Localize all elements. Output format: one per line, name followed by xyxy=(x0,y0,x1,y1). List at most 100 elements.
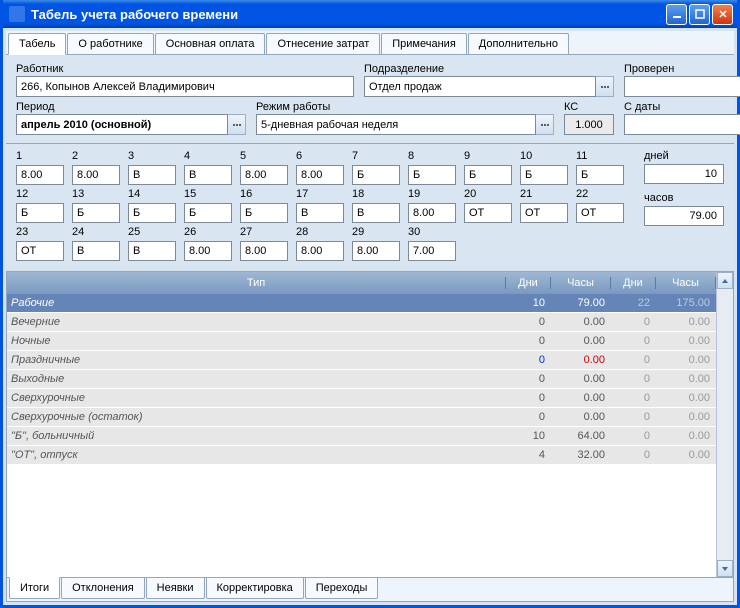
td-hours1: 0.00 xyxy=(551,392,611,404)
day-cell[interactable] xyxy=(296,241,344,261)
tab-top-3[interactable]: Отнесение затрат xyxy=(266,33,380,54)
day-cell[interactable] xyxy=(408,203,456,223)
tab-bottom-1[interactable]: Отклонения xyxy=(61,578,145,599)
sdate-input[interactable] xyxy=(624,114,740,135)
tab-top-2[interactable]: Основная оплата xyxy=(155,33,266,54)
td-type: Вечерние xyxy=(7,316,506,328)
day-number: 5 xyxy=(240,150,288,162)
sdate-label: С даты xyxy=(624,101,724,113)
td-hours2: 0.00 xyxy=(656,411,716,423)
checked-input[interactable] xyxy=(624,76,740,97)
checked-label: Проверен xyxy=(624,63,724,75)
table-row[interactable]: Ночные00.0000.00 xyxy=(7,332,716,351)
day-cell[interactable] xyxy=(520,165,568,185)
td-days2: 0 xyxy=(611,430,656,442)
day-cell[interactable] xyxy=(352,203,400,223)
minimize-button[interactable] xyxy=(666,4,687,25)
day-cell[interactable] xyxy=(128,241,176,261)
tab-bottom-3[interactable]: Корректировка xyxy=(206,578,304,599)
day-cell[interactable] xyxy=(408,165,456,185)
tab-top-1[interactable]: О работнике xyxy=(67,33,153,54)
day-number: 6 xyxy=(296,150,344,162)
day-number xyxy=(520,226,568,238)
day-cell[interactable] xyxy=(352,241,400,261)
day-cell[interactable] xyxy=(184,165,232,185)
table-row[interactable]: Сверхурочные00.0000.00 xyxy=(7,389,716,408)
department-picker-icon[interactable] xyxy=(596,76,614,97)
td-hours2: 175.00 xyxy=(656,297,716,309)
employee-input[interactable] xyxy=(16,76,354,97)
day-cell[interactable] xyxy=(128,203,176,223)
day-cell[interactable] xyxy=(576,203,624,223)
td-type: Выходные xyxy=(7,373,506,385)
tab-bottom-2[interactable]: Неявки xyxy=(146,578,205,599)
table-row[interactable]: "Б", больничный1064.0000.00 xyxy=(7,427,716,446)
td-type: "Б", больничный xyxy=(7,430,506,442)
tab-top-4[interactable]: Примечания xyxy=(381,33,467,54)
day-cell[interactable] xyxy=(352,165,400,185)
day-cell[interactable] xyxy=(16,203,64,223)
tab-top-5[interactable]: Дополнительно xyxy=(468,33,569,54)
day-cell[interactable] xyxy=(16,165,64,185)
table-row[interactable]: Выходные00.0000.00 xyxy=(7,370,716,389)
period-picker-icon[interactable] xyxy=(228,114,246,135)
day-cell[interactable] xyxy=(464,165,512,185)
calendar-grid: 1234567891011121314151617181920212223242… xyxy=(16,150,624,261)
day-cell[interactable] xyxy=(240,241,288,261)
day-number: 2 xyxy=(72,150,120,162)
tab-bottom-4[interactable]: Переходы xyxy=(305,578,379,599)
period-label: Период xyxy=(16,101,246,113)
td-hours2: 0.00 xyxy=(656,449,716,461)
day-number: 10 xyxy=(520,150,568,162)
td-hours1: 64.00 xyxy=(551,430,611,442)
regime-input[interactable] xyxy=(256,114,536,135)
th-hours2: Часы xyxy=(656,277,716,289)
td-days2: 22 xyxy=(611,297,656,309)
table-row[interactable]: Праздничные00.0000.00 xyxy=(7,351,716,370)
td-type: Рабочие xyxy=(7,297,506,309)
day-cell[interactable] xyxy=(576,165,624,185)
table-row[interactable]: "ОТ", отпуск432.0000.00 xyxy=(7,446,716,465)
close-button[interactable] xyxy=(712,4,733,25)
td-hours2: 0.00 xyxy=(656,373,716,385)
td-type: Праздничные xyxy=(7,354,506,366)
period-input[interactable] xyxy=(16,114,228,135)
td-hours1: 0.00 xyxy=(551,354,611,366)
day-cell[interactable] xyxy=(520,203,568,223)
td-days2: 0 xyxy=(611,373,656,385)
day-cell[interactable] xyxy=(72,203,120,223)
scroll-down-icon[interactable] xyxy=(717,560,733,577)
day-cell[interactable] xyxy=(16,241,64,261)
tab-top-0[interactable]: Табель xyxy=(8,33,66,55)
day-number: 27 xyxy=(240,226,288,238)
td-hours2: 0.00 xyxy=(656,430,716,442)
tab-bottom-0[interactable]: Итоги xyxy=(9,577,60,599)
maximize-button[interactable] xyxy=(689,4,710,25)
results-table: Тип Дни Часы Дни Часы Рабочие1079.002217… xyxy=(6,271,734,602)
day-number: 25 xyxy=(128,226,176,238)
day-cell[interactable] xyxy=(464,203,512,223)
th-days1: Дни xyxy=(506,277,551,289)
td-hours2: 0.00 xyxy=(656,335,716,347)
day-cell[interactable] xyxy=(72,165,120,185)
table-row[interactable]: Рабочие1079.0022175.00 xyxy=(7,294,716,313)
day-cell[interactable] xyxy=(72,241,120,261)
day-cell[interactable] xyxy=(296,165,344,185)
day-cell[interactable] xyxy=(128,165,176,185)
day-cell[interactable] xyxy=(240,203,288,223)
td-type: "ОТ", отпуск xyxy=(7,449,506,461)
day-cell[interactable] xyxy=(240,165,288,185)
day-cell[interactable] xyxy=(184,203,232,223)
regime-picker-icon[interactable] xyxy=(536,114,554,135)
department-input[interactable] xyxy=(364,76,596,97)
window-title: Табель учета рабочего времени xyxy=(31,7,664,22)
day-cell[interactable] xyxy=(296,203,344,223)
scroll-up-icon[interactable] xyxy=(717,272,733,289)
table-row[interactable]: Вечерние00.0000.00 xyxy=(7,313,716,332)
day-cell[interactable] xyxy=(184,241,232,261)
app-window: Табель учета рабочего времени ТабельО ра… xyxy=(0,0,740,608)
vertical-scrollbar[interactable] xyxy=(716,272,733,577)
table-row[interactable]: Сверхурочные (остаток)00.0000.00 xyxy=(7,408,716,427)
td-hours2: 0.00 xyxy=(656,354,716,366)
day-cell[interactable] xyxy=(408,241,456,261)
